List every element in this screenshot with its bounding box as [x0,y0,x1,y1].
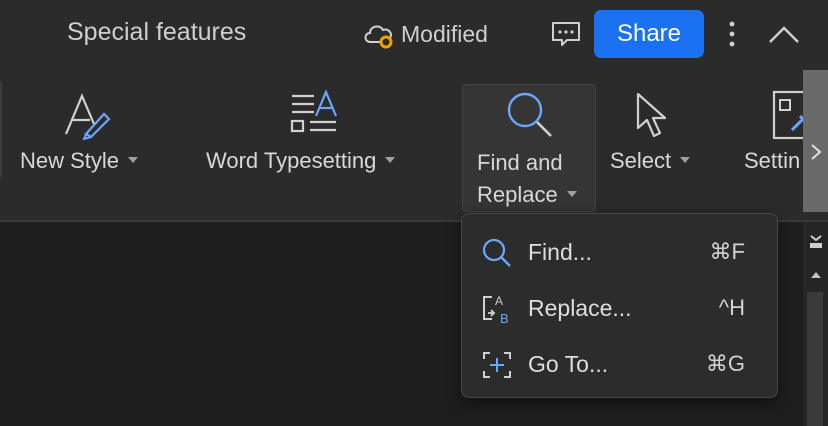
new-style-text: New Style [20,148,120,173]
find-replace-menu: Find... ⌘F A B Replace... ^H Go To... ⌘G [461,213,778,398]
search-icon [507,92,552,137]
scroll-up-icon[interactable] [809,270,823,280]
chevron-right-icon [811,144,822,160]
find-and-replace-text-line1: Find and [477,150,563,175]
select-label: Select [610,148,691,174]
chevron-down-icon [128,157,139,164]
search-icon [482,238,511,267]
more-options-button[interactable] [722,18,742,52]
replace-icon: A B [483,294,509,325]
save-status: Modified [361,18,488,50]
select-tool[interactable]: Select [606,84,706,204]
word-typesetting-text: Word Typesetting [206,148,377,173]
comment-icon [552,22,580,46]
new-style-tool[interactable]: New Style [14,84,174,204]
ribbon-divider [0,82,2,178]
menu-item-replace-label: Replace... [528,295,632,321]
split-view-icon[interactable] [808,234,824,250]
new-style-icon [64,93,111,140]
menu-item-goto-label: Go To... [528,351,609,377]
word-typesetting-icon [290,90,338,133]
settings-label: Settin [744,148,801,173]
chevron-down-icon [680,157,691,164]
new-style-label: New Style [20,148,139,174]
scrollbar-track[interactable] [807,292,823,426]
more-vertical-icon [729,21,735,47]
chevron-down-icon [566,191,577,198]
comment-button[interactable] [550,20,582,48]
app-window: Special features Modified Share New Styl… [0,0,828,426]
find-and-replace-label: Find and Replace [477,147,577,211]
settings-tool[interactable]: Settin [738,84,803,204]
title-bar: Special features Modified Share [0,0,828,70]
find-and-replace-line2: Replace [477,179,577,211]
menu-item-replace-shortcut: ^H [718,295,745,320]
document-title: Special features [67,18,247,46]
svg-text:A: A [495,294,503,308]
cloud-icon [364,25,393,49]
find-and-replace-tool[interactable]: Find and Replace [462,84,596,212]
menu-item-find-label: Find... [528,239,592,265]
menu-item-goto-shortcut: ⌘G [705,351,745,376]
word-typesetting-tool[interactable]: Word Typesetting [200,84,440,204]
goto-icon [483,352,511,378]
menu-item-replace[interactable]: A B Replace... ^H [468,282,771,334]
find-and-replace-text-line2: Replace [477,182,558,207]
collapse-ribbon-button[interactable] [766,22,802,48]
chevron-up-icon [769,26,799,43]
menu-item-find[interactable]: Find... ⌘F [468,226,771,278]
svg-text:B: B [500,311,509,325]
ribbon-toolbar: New Style Word Typesetting Find and Repl… [0,70,828,222]
menu-item-find-shortcut: ⌘F [709,239,745,264]
ribbon-scroll-right-button[interactable] [803,70,828,212]
menu-item-goto[interactable]: Go To... ⌘G [468,338,771,390]
share-button[interactable]: Share [594,10,704,58]
chevron-down-icon [385,157,396,164]
status-text: Modified [401,20,488,47]
settings-icon [772,90,803,140]
vertical-scrollbar[interactable] [803,222,828,426]
word-typesetting-label: Word Typesetting [206,148,396,174]
cursor-arrow-icon [636,92,667,138]
select-text: Select [610,148,672,173]
